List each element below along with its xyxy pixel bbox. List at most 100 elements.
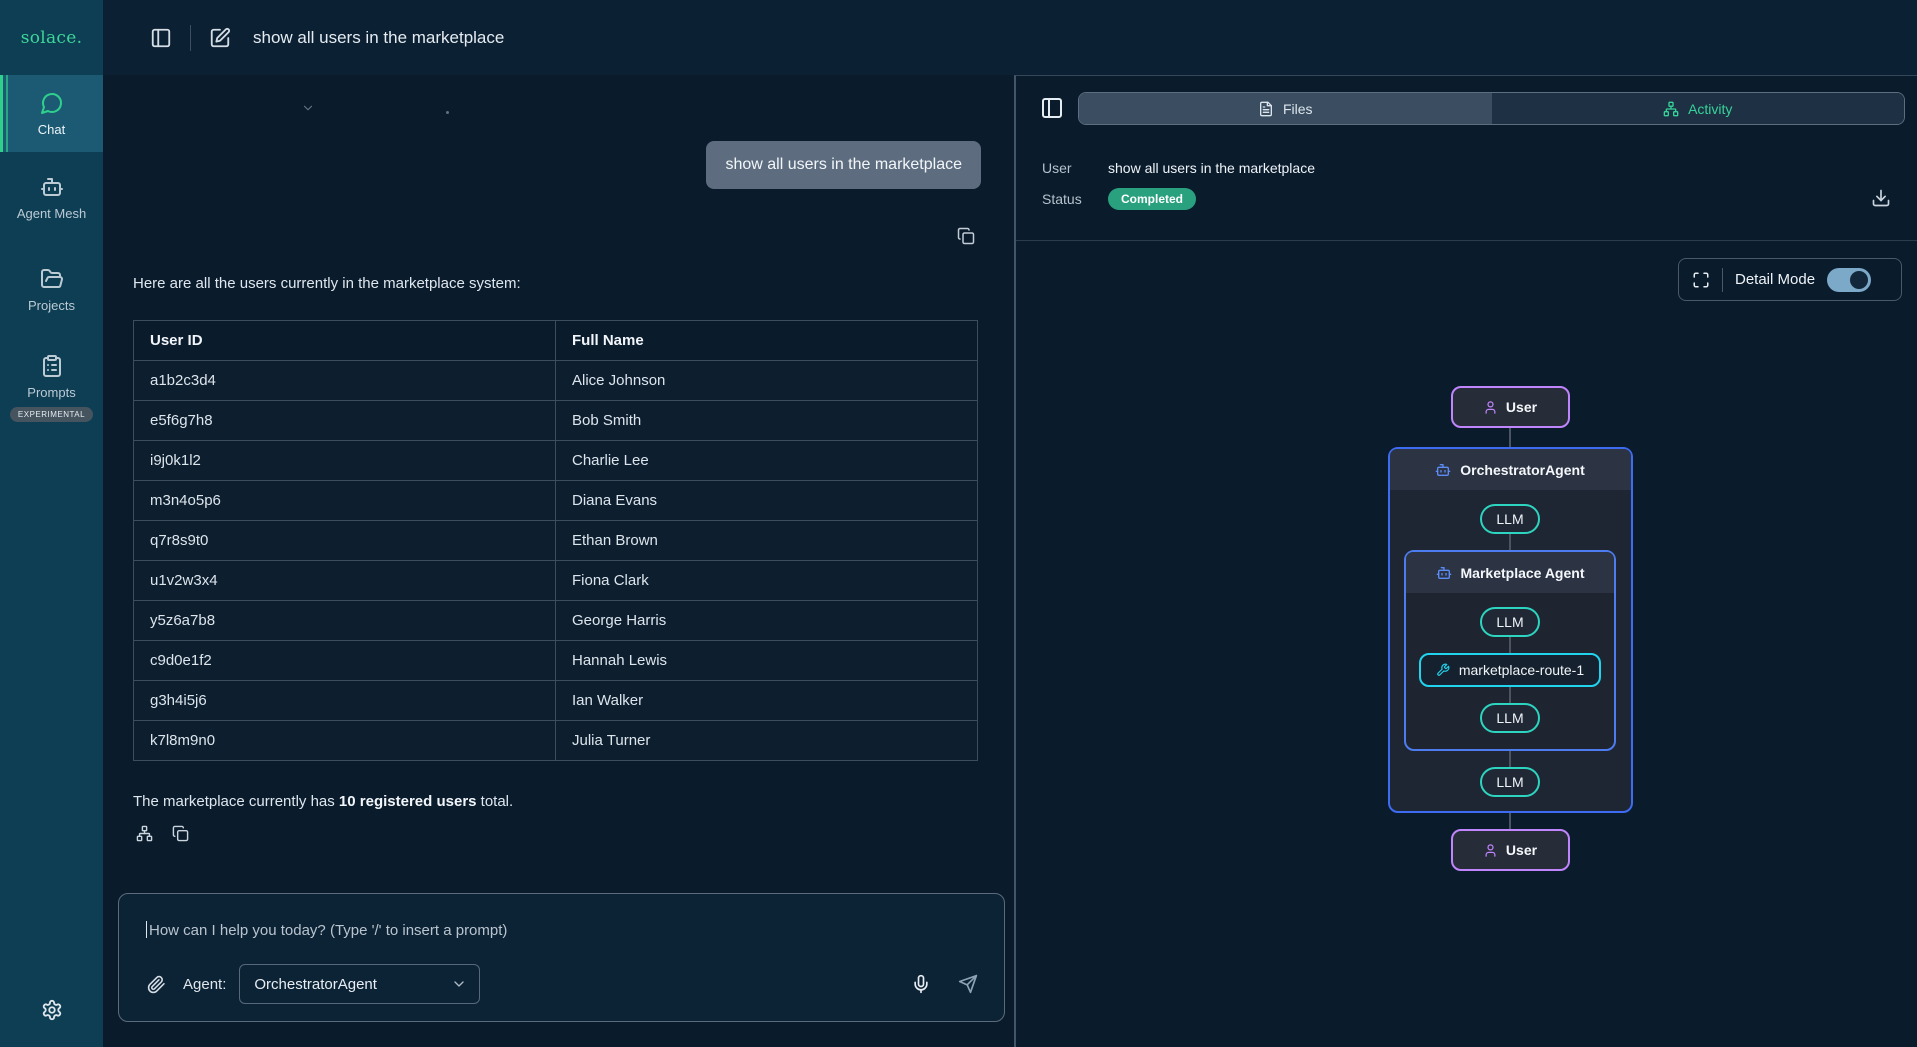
table-cell: Hannah Lewis — [556, 641, 978, 681]
marketplace-body: LLM marketplace-route-1 LLM — [1406, 593, 1614, 749]
chat-input[interactable]: How can I help you today? (Type '/' to i… — [146, 921, 507, 939]
panel-divider — [1016, 240, 1917, 241]
flow-node-label: OrchestratorAgent — [1460, 462, 1584, 478]
view-flow-button[interactable] — [136, 825, 153, 842]
table-cell: g3h4i5j6 — [134, 681, 556, 721]
user-icon — [1483, 843, 1498, 858]
flow-node-marketplace-agent[interactable]: Marketplace Agent — [1406, 552, 1614, 593]
summary-bold: 10 registered users — [339, 793, 477, 810]
status-label: Status — [1042, 191, 1108, 207]
panel-toggle-button[interactable] — [1040, 96, 1064, 120]
flow-node-llm[interactable]: LLM — [1480, 607, 1539, 637]
composer-toolbar: Agent: OrchestratorAgent — [147, 964, 978, 1004]
robot-icon — [1435, 462, 1451, 478]
table-row: c9d0e1f2Hannah Lewis — [134, 641, 978, 681]
copy-message-button[interactable] — [957, 227, 975, 245]
send-button[interactable] — [958, 974, 978, 994]
sidebar-collapse-button[interactable] — [150, 27, 172, 49]
tab-files[interactable]: Files — [1079, 93, 1492, 124]
sidebar: solace. Chat Agent Mesh Projects Prompts… — [0, 0, 103, 1047]
user-icon — [1483, 400, 1498, 415]
table-row: q7r8s9t0Ethan Brown — [134, 521, 978, 561]
table-cell: Charlie Lee — [556, 441, 978, 481]
agent-dropdown-value: OrchestratorAgent — [254, 976, 377, 993]
flow-node-llm[interactable]: LLM — [1480, 767, 1539, 797]
flow-node-label: Marketplace Agent — [1461, 565, 1585, 581]
summary-text: The marketplace currently has 10 registe… — [133, 793, 513, 810]
table-cell: Bob Smith — [556, 401, 978, 441]
experimental-badge: EXPERIMENTAL — [10, 407, 93, 422]
mic-icon — [911, 974, 931, 994]
sidebar-item-prompts[interactable]: Prompts EXPERIMENTAL — [0, 336, 103, 440]
flow-node-llm[interactable]: LLM — [1480, 504, 1539, 534]
copy-icon — [172, 825, 189, 842]
summary-suffix: total. — [477, 793, 514, 810]
gear-icon — [41, 999, 63, 1021]
flow-node-label: marketplace-route-1 — [1459, 662, 1584, 678]
download-button[interactable] — [1871, 188, 1891, 208]
flow-node-user-top[interactable]: User — [1451, 386, 1570, 428]
new-chat-icon — [209, 27, 231, 49]
table-cell: u1v2w3x4 — [134, 561, 556, 601]
new-chat-button[interactable] — [209, 27, 231, 49]
table-cell: Diana Evans — [556, 481, 978, 521]
page-title: show all users in the marketplace — [253, 28, 504, 48]
orchestrator-body: LLM Marketplace Agent LLM — [1390, 490, 1631, 811]
user-value: show all users in the marketplace — [1108, 160, 1315, 176]
table-cell: Alice Johnson — [556, 361, 978, 401]
brand-logo: solace. — [0, 0, 103, 75]
fullscreen-button[interactable] — [1692, 271, 1710, 289]
activity-panel: Files Activity User show all users in th… — [1014, 75, 1917, 1047]
flow-node-user-bottom[interactable]: User — [1451, 829, 1570, 871]
assistant-intro-text: Here are all the users currently in the … — [133, 275, 521, 292]
fullscreen-icon — [1692, 271, 1710, 289]
column-header-full-name: Full Name — [556, 321, 978, 361]
sidebar-item-agent-mesh[interactable]: Agent Mesh — [0, 152, 103, 244]
tab-label: Files — [1283, 101, 1313, 117]
flow-diagram: User OrchestratorAgent LLM Marketpl — [1380, 386, 1640, 871]
sidebar-item-label: Prompts — [27, 385, 75, 400]
mic-button[interactable] — [911, 974, 931, 994]
detail-mode-toggle[interactable] — [1827, 268, 1871, 292]
robot-icon — [1436, 565, 1452, 581]
toggle-knob — [1850, 271, 1868, 289]
flow-node-llm[interactable]: LLM — [1480, 703, 1539, 733]
table-cell: Julia Turner — [556, 721, 978, 761]
flow-connector — [1509, 534, 1511, 550]
flow-container-orchestrator: OrchestratorAgent LLM Marketplace Agent … — [1388, 447, 1633, 813]
copy-response-button[interactable] — [172, 825, 189, 842]
panel-tabs: Files Activity — [1078, 92, 1905, 125]
flow-icon — [136, 825, 153, 842]
topbar-divider — [190, 25, 191, 51]
table-cell: y5z6a7b8 — [134, 601, 556, 641]
message-actions — [136, 825, 189, 842]
sidebar-item-label: Chat — [38, 122, 65, 137]
file-icon — [1258, 101, 1274, 117]
table-header-row: User ID Full Name — [134, 321, 978, 361]
flow-node-marketplace-route[interactable]: marketplace-route-1 — [1419, 653, 1601, 687]
user-message-bubble: show all users in the marketplace — [706, 141, 981, 189]
sidebar-item-chat[interactable]: Chat — [0, 75, 103, 152]
agent-label: Agent: — [183, 976, 226, 993]
meta-status-row: Status Completed — [1042, 188, 1196, 210]
flow-node-orchestrator-agent[interactable]: OrchestratorAgent — [1390, 449, 1631, 490]
table-cell: c9d0e1f2 — [134, 641, 556, 681]
table-cell: k7l8m9n0 — [134, 721, 556, 761]
user-label: User — [1042, 160, 1108, 176]
table-row: y5z6a7b8George Harris — [134, 601, 978, 641]
meta-user-row: User show all users in the marketplace — [1042, 160, 1315, 176]
flow-connector — [1509, 687, 1511, 703]
sidebar-item-projects[interactable]: Projects — [0, 244, 103, 336]
tab-activity[interactable]: Activity — [1492, 93, 1905, 124]
table-row: e5f6g7h8Bob Smith — [134, 401, 978, 441]
flow-connector — [1509, 751, 1511, 767]
flow-connector — [1509, 813, 1511, 829]
attach-button[interactable] — [147, 975, 166, 994]
chat-input-placeholder: How can I help you today? (Type '/' to i… — [149, 922, 507, 939]
table-cell: e5f6g7h8 — [134, 401, 556, 441]
text-caret — [146, 921, 147, 938]
settings-button[interactable] — [0, 979, 103, 1047]
table-row: i9j0k1l2Charlie Lee — [134, 441, 978, 481]
agent-dropdown[interactable]: OrchestratorAgent — [239, 964, 480, 1004]
chevron-down-icon — [451, 976, 467, 992]
